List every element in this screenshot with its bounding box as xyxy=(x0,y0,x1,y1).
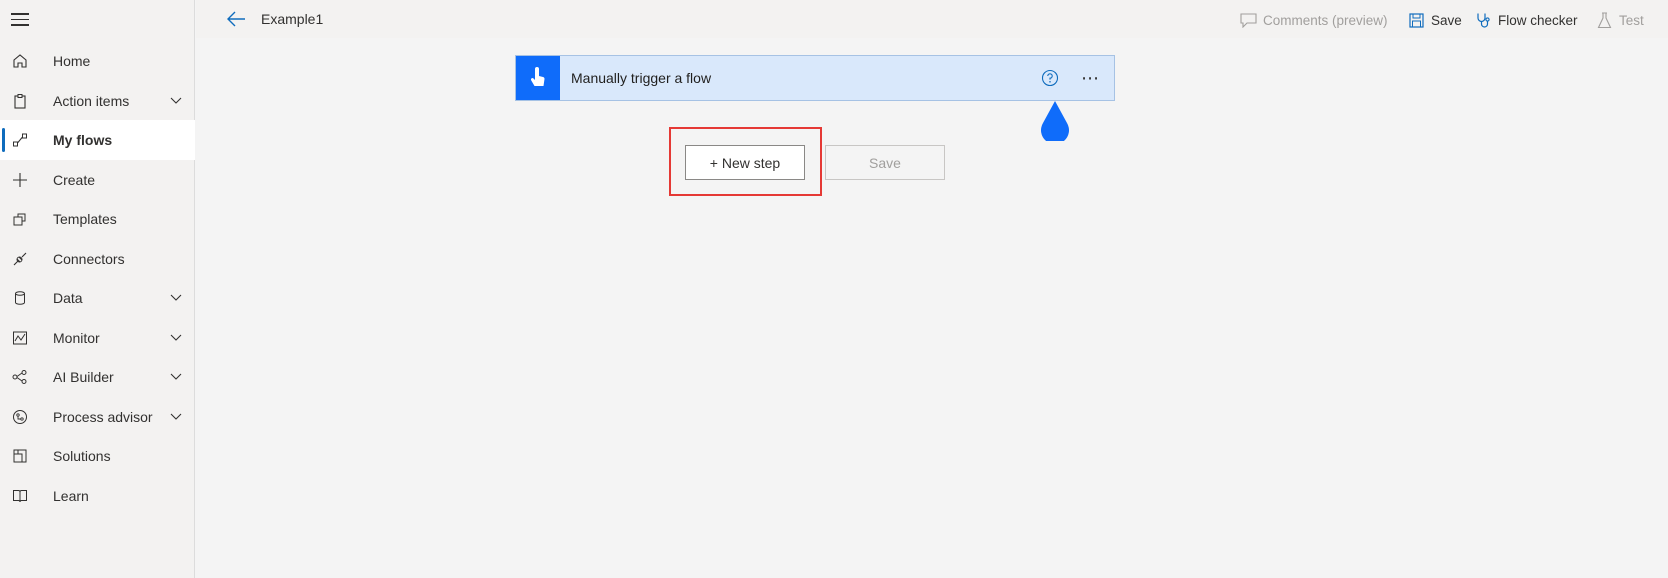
chevron-down-icon[interactable] xyxy=(169,330,183,344)
sidebar-item-label: Create xyxy=(53,172,96,188)
sidebar-item-label: Home xyxy=(53,53,91,69)
chevron-down-icon[interactable] xyxy=(169,290,183,304)
sidebar-item-label: AI Builder xyxy=(53,369,114,385)
back-arrow-icon[interactable] xyxy=(226,10,246,28)
sidebar-item-templates[interactable]: Templates xyxy=(0,199,195,239)
comments-button[interactable]: Comments (preview) xyxy=(1239,10,1388,30)
sidebar-item-label: Templates xyxy=(53,211,117,227)
sidebar-item-label: Process advisor xyxy=(53,409,153,425)
flask-icon xyxy=(1595,11,1613,29)
monitor-icon xyxy=(12,330,28,346)
flows-icon xyxy=(12,132,28,148)
hamburger-menu-icon[interactable] xyxy=(11,13,29,27)
help-icon[interactable] xyxy=(1041,69,1059,87)
sidebar-item-label: Solutions xyxy=(53,448,111,464)
command-bar: Example1 Comments (preview) Save Flow ch… xyxy=(196,0,1668,38)
flow-canvas xyxy=(196,38,1668,578)
flow-checker-button[interactable]: Flow checker xyxy=(1474,10,1578,30)
test-label: Test xyxy=(1619,12,1644,28)
connector-icon xyxy=(12,251,28,267)
stethoscope-icon xyxy=(1474,11,1492,29)
save-button[interactable]: Save xyxy=(825,145,945,180)
sidebar-item-ai-builder[interactable]: AI Builder xyxy=(0,357,195,397)
sidebar-item-learn[interactable]: Learn xyxy=(0,476,195,516)
plus-icon xyxy=(12,172,28,188)
sidebar-item-label: Data xyxy=(53,290,83,306)
trigger-title: Manually trigger a flow xyxy=(571,70,712,86)
sidebar: Home Action items My flows Create Templa… xyxy=(0,0,195,578)
sidebar-item-home[interactable]: Home xyxy=(0,41,195,81)
more-options-icon[interactable]: ⋯ xyxy=(1081,68,1105,88)
comment-pin-icon[interactable] xyxy=(1038,101,1072,141)
sidebar-item-solutions[interactable]: Solutions xyxy=(0,436,195,476)
sidebar-item-action-items[interactable]: Action items xyxy=(0,81,195,121)
clipboard-icon xyxy=(12,93,28,109)
sidebar-item-label: Monitor xyxy=(53,330,100,346)
flow-checker-label: Flow checker xyxy=(1498,12,1578,28)
process-advisor-icon xyxy=(12,409,28,425)
sidebar-item-monitor[interactable]: Monitor xyxy=(0,318,195,358)
ai-builder-icon xyxy=(12,369,28,385)
save-command-label: Save xyxy=(1431,12,1462,28)
test-button[interactable]: Test xyxy=(1595,10,1644,30)
chevron-down-icon[interactable] xyxy=(169,409,183,423)
solutions-icon xyxy=(12,448,28,464)
comment-icon xyxy=(1239,11,1257,29)
new-step-button[interactable]: + New step xyxy=(685,145,805,180)
sidebar-item-data[interactable]: Data xyxy=(0,278,195,318)
save-command-button[interactable]: Save xyxy=(1407,10,1462,30)
templates-icon xyxy=(12,211,28,227)
sidebar-item-label: My flows xyxy=(53,132,113,148)
sidebar-item-my-flows[interactable]: My flows xyxy=(0,120,195,160)
home-icon xyxy=(12,53,28,69)
sidebar-item-label: Learn xyxy=(53,488,89,504)
trigger-card[interactable]: Manually trigger a flow ⋯ xyxy=(515,55,1115,101)
sidebar-item-label: Action items xyxy=(53,93,130,109)
book-icon xyxy=(12,488,28,504)
sidebar-item-connectors[interactable]: Connectors xyxy=(0,239,195,279)
comments-label: Comments (preview) xyxy=(1263,12,1388,28)
sidebar-item-label: Connectors xyxy=(53,251,125,267)
sidebar-item-process-advisor[interactable]: Process advisor xyxy=(0,397,195,437)
manual-trigger-icon xyxy=(516,56,560,100)
chevron-down-icon[interactable] xyxy=(169,369,183,383)
database-icon xyxy=(12,290,28,306)
chevron-down-icon[interactable] xyxy=(169,93,183,107)
save-disk-icon xyxy=(1407,11,1425,29)
flow-title: Example1 xyxy=(261,11,324,27)
sidebar-item-create[interactable]: Create xyxy=(0,160,195,200)
